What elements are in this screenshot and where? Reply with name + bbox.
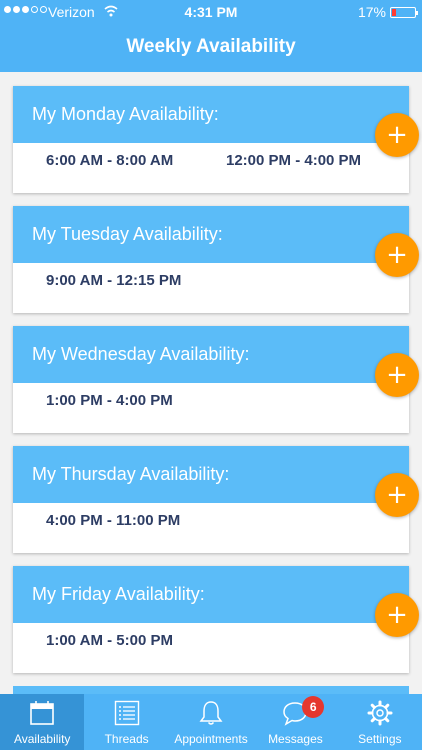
- add-friday-slot-button[interactable]: +: [375, 593, 419, 637]
- time-slot[interactable]: 1:00 AM - 5:00 PM: [46, 632, 173, 649]
- monday-availability-card: My Monday Availability: 6:00 AM - 8:00 A…: [13, 86, 419, 193]
- tab-label: Settings: [358, 732, 402, 746]
- tab-settings[interactable]: Settings: [338, 694, 422, 750]
- battery-percentage: 17%: [357, 4, 386, 20]
- tab-label: Appointments: [174, 732, 248, 746]
- time-slots: 1:00 AM - 5:00 PM: [13, 623, 409, 673]
- battery-icon: [390, 7, 418, 18]
- time-slot[interactable]: 9:00 AM - 12:15 PM: [46, 272, 181, 289]
- time-slot[interactable]: 6:00 AM - 8:00 AM: [46, 152, 173, 169]
- add-thursday-slot-button[interactable]: +: [375, 473, 419, 517]
- bell-icon: [199, 701, 223, 725]
- time-slots: 9:00 AM - 12:15 PM: [13, 263, 409, 313]
- time-slot[interactable]: 4:00 PM - 11:00 PM: [46, 512, 180, 529]
- time-slot[interactable]: 1:00 PM - 4:00 PM: [46, 392, 173, 409]
- tab-label: Messages: [268, 732, 323, 746]
- tab-label: Threads: [104, 732, 149, 746]
- unread-messages-badge: 6: [302, 696, 325, 718]
- card-title: My Monday Availability:: [13, 86, 409, 143]
- tab-threads[interactable]: Threads: [84, 694, 168, 750]
- time-slot[interactable]: 12:00 PM - 4:00 PM: [226, 152, 361, 169]
- wednesday-availability-card: My Wednesday Availability: 1:00 PM - 4:0…: [13, 326, 419, 433]
- time-slots: 6:00 AM - 8:00 AM 12:00 PM - 4:00 PM: [13, 143, 409, 193]
- tuesday-availability-card: My Tuesday Availability: 9:00 AM - 12:15…: [13, 206, 419, 313]
- add-wednesday-slot-button[interactable]: +: [375, 353, 419, 397]
- time-slots: 4:00 PM - 11:00 PM: [13, 503, 409, 553]
- card-title: My Wednesday Availability:: [13, 326, 409, 383]
- tab-appointments[interactable]: Appointments: [169, 694, 253, 750]
- app-header: Verizon 4:31 PM 17% Weekly Availability: [0, 0, 422, 72]
- tab-bar: Availability Threads Appointments 6 Mess…: [0, 694, 422, 750]
- status-bar: Verizon 4:31 PM 17%: [0, 0, 422, 24]
- page-title: Weekly Availability: [126, 36, 296, 57]
- card-title: My Thursday Availability:: [13, 446, 409, 503]
- card-title: My Friday Availability:: [13, 566, 409, 623]
- thursday-availability-card: My Thursday Availability: 4:00 PM - 11:0…: [13, 446, 419, 553]
- tab-messages[interactable]: 6 Messages: [253, 694, 337, 750]
- gear-icon: [367, 700, 393, 726]
- calendar-icon: [30, 701, 55, 725]
- time-slots: 1:00 PM - 4:00 PM: [13, 383, 409, 433]
- tab-label: Availability: [13, 732, 71, 746]
- tab-availability[interactable]: Availability: [0, 694, 85, 750]
- card-title: My Tuesday Availability:: [13, 206, 409, 263]
- add-monday-slot-button[interactable]: +: [375, 113, 419, 157]
- friday-availability-card: My Friday Availability: 1:00 AM - 5:00 P…: [13, 566, 419, 673]
- add-tuesday-slot-button[interactable]: +: [375, 233, 419, 277]
- list-icon: [114, 700, 139, 726]
